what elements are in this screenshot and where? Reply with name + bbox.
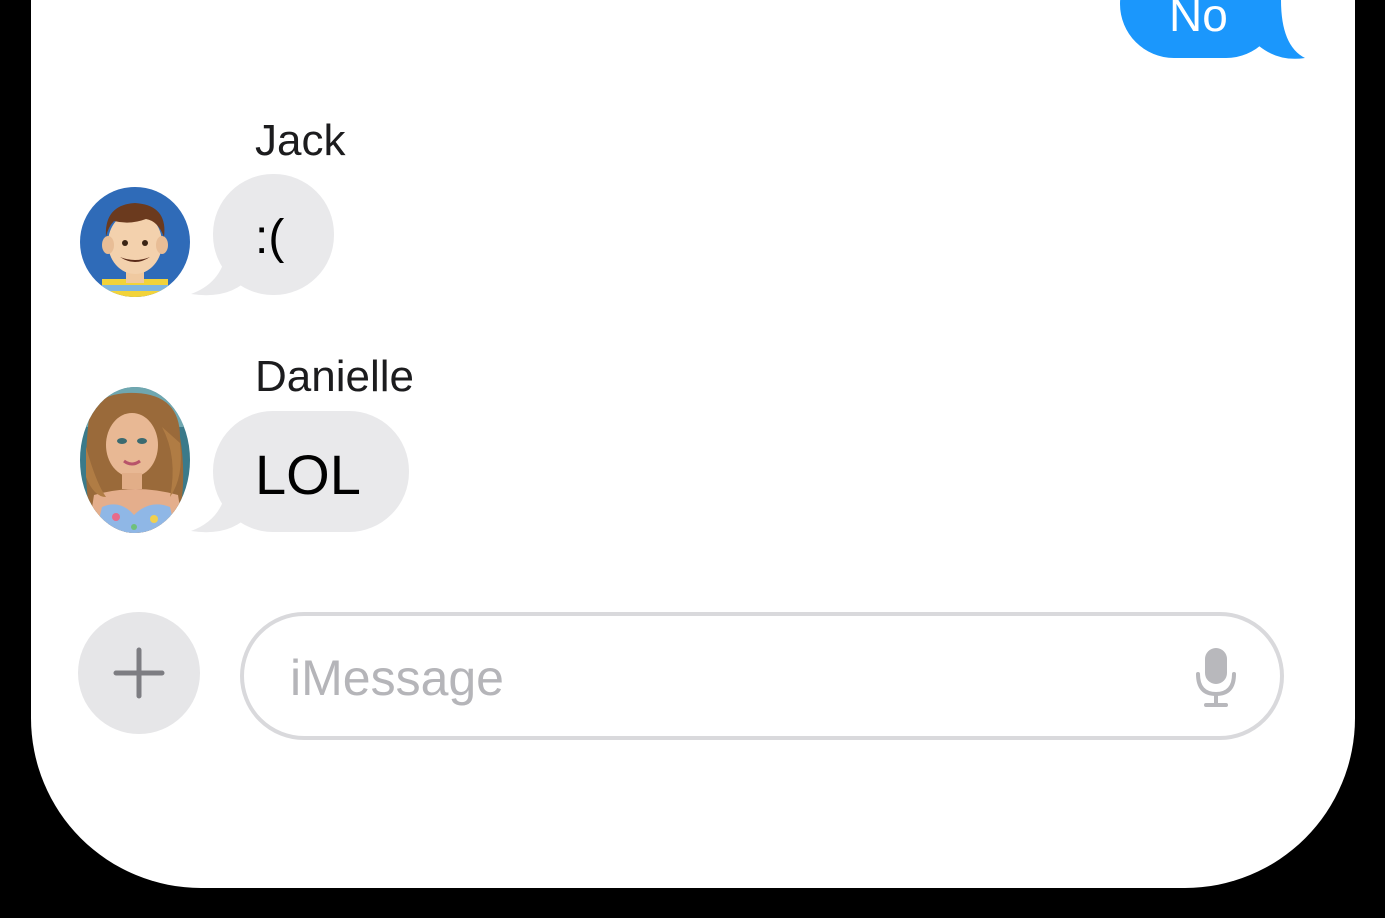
avatar-jack[interactable] [80,187,190,297]
incoming-message-text-jack: :( [255,211,285,264]
outgoing-message-text: No [1169,0,1228,41]
plus-icon [113,647,165,699]
incoming-bubble-tail-danielle [191,473,251,533]
sender-name-jack: Jack [255,116,346,165]
incoming-bubble-tail-jack [191,236,251,296]
sender-name-danielle: Danielle [255,352,414,401]
add-attachment-button[interactable] [78,612,200,734]
cartoon-avatar-jack-icon [80,187,190,297]
message-input-placeholder: iMessage [290,650,504,706]
microphone-icon[interactable] [1194,646,1238,708]
avatar-danielle[interactable] [80,387,190,533]
outgoing-bubble-tail [1259,0,1305,59]
photo-avatar-danielle-icon [80,387,190,533]
incoming-message-text-danielle: LOL [255,443,361,506]
message-input[interactable]: iMessage [240,612,1284,740]
messages-screen: No Jack :( Danielle LOL iMessage [31,0,1355,888]
